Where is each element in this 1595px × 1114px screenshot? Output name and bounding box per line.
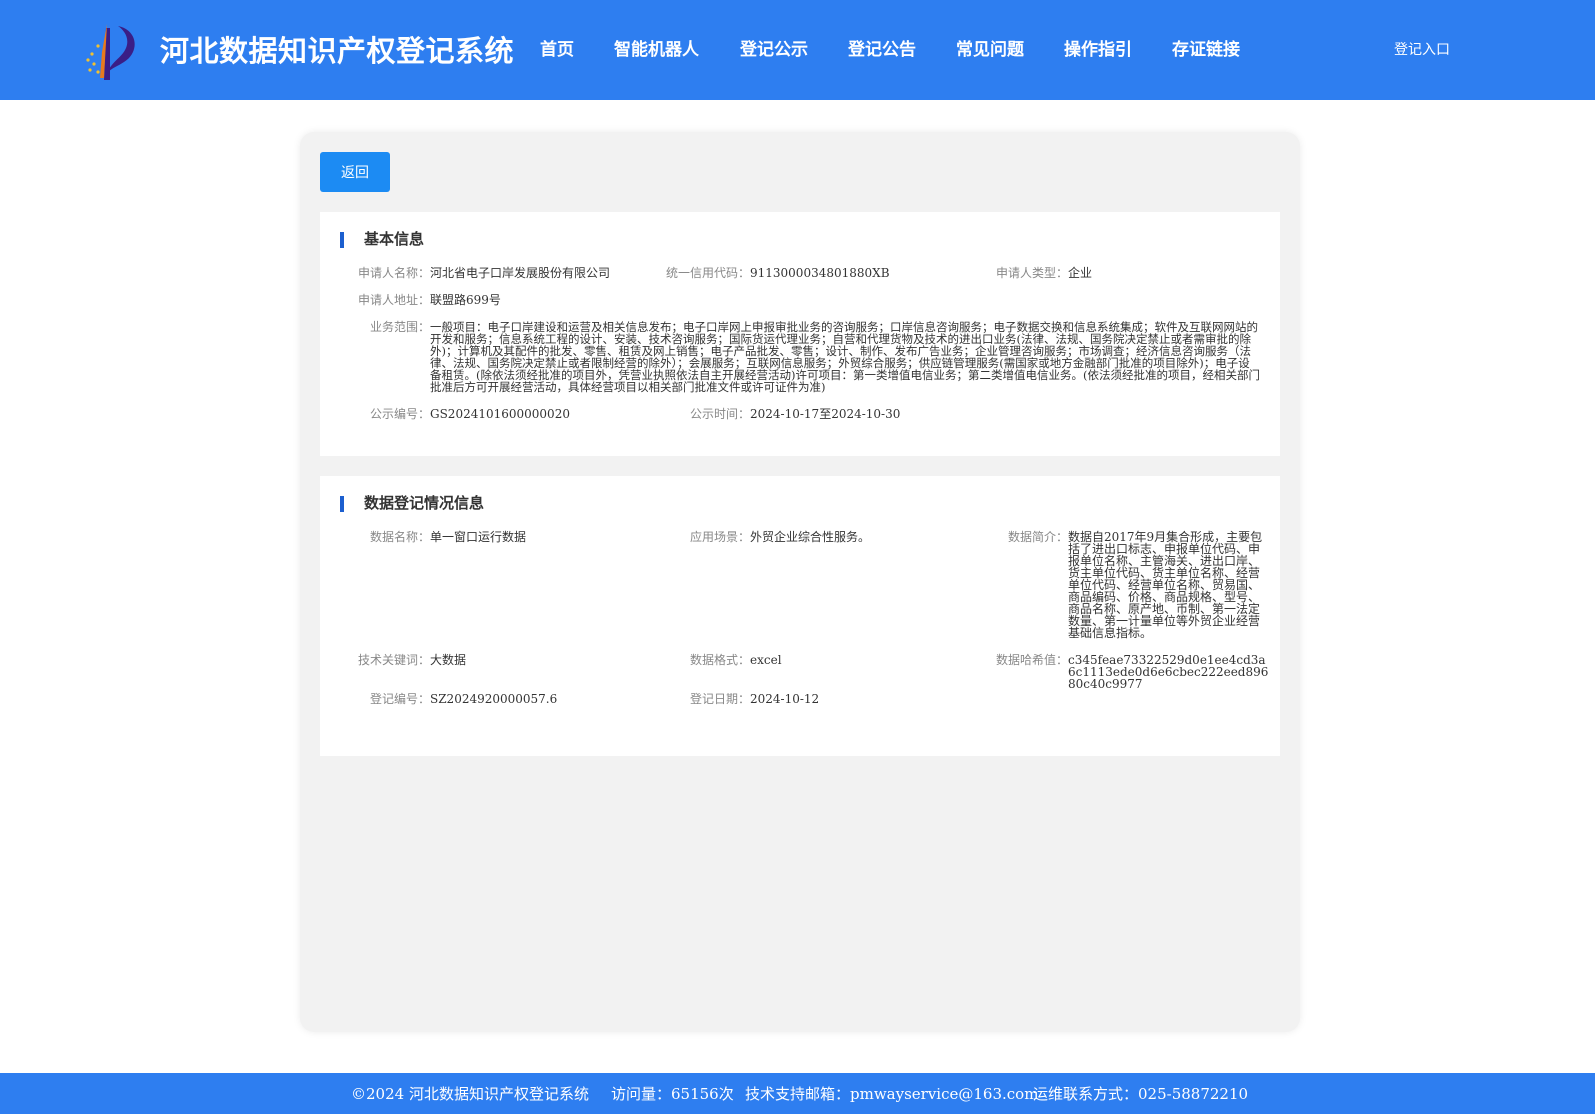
scenario-label: 应用场景： (689, 530, 750, 544)
site-title: 河北数据知识产权登记系统 (160, 34, 515, 68)
nav-faq[interactable]: 常见问题 (956, 35, 1024, 60)
address-value: 联盟路699号 (430, 293, 501, 307)
registration-number-value: SZ2024920000057.6 (430, 692, 558, 706)
publicity-number-value: GS2024101600000020 (430, 407, 570, 421)
data-name-value: 单一窗口运行数据 (430, 530, 527, 544)
applicant-name-label: 申请人名称： (357, 266, 430, 280)
login-link[interactable]: 登记入口 (1394, 39, 1450, 59)
basic-info-card: 基本信息 申请人名称： 河北省电子口岸发展股份有限公司 统一信用代码： 9113… (320, 212, 1280, 456)
back-button[interactable]: 返回 (320, 152, 390, 192)
business-scope-value: 一般项目：电子口岸建设和运营及相关信息发布；电子口岸网上申报审批业务的咨询服务；… (430, 320, 1260, 394)
applicant-name-value: 河北省电子口岸发展股份有限公司 (430, 266, 611, 280)
publicity-time-label: 公示时间： (689, 407, 750, 421)
nav-evidence-link[interactable]: 存证链接 (1172, 35, 1240, 60)
registration-date-value: 2024-10-12 (750, 692, 820, 706)
credit-code-value: 9113000034801880XB (750, 266, 890, 280)
detail-panel: 返回 基本信息 申请人名称： 河北省电子口岸发展股份有限公司 统一信用代码： 9… (300, 132, 1300, 1032)
applicant-type-value: 企业 (1068, 266, 1093, 280)
data-hash-label: 数据哈希值： (995, 653, 1068, 667)
footer-support-email: 技术支持邮箱：pmwayservice@163.com (745, 1085, 1039, 1103)
data-format-label: 数据格式： (689, 653, 750, 667)
footer-visits: 访问量：65156次 (611, 1085, 734, 1103)
basic-info-title: 基本信息 (340, 230, 424, 248)
registration-date-label: 登记日期： (689, 692, 750, 706)
data-registration-title: 数据登记情况信息 (340, 494, 484, 512)
nav-guide[interactable]: 操作指引 (1064, 35, 1132, 60)
footer-copyright: ©2024 河北数据知识产权登记系统 (351, 1085, 589, 1103)
publicity-number-label: 公示编号： (369, 407, 430, 421)
nav-announcement[interactable]: 登记公告 (848, 35, 916, 60)
applicant-type-label: 申请人类型： (995, 266, 1068, 280)
data-intro-label: 数据简介： (1007, 530, 1068, 544)
credit-code-label: 统一信用代码： (665, 266, 750, 280)
data-registration-card: 数据登记情况信息 数据名称： 单一窗口运行数据 应用场景： 外贸企业综合性服务。… (320, 476, 1280, 756)
data-name-label: 数据名称： (369, 530, 430, 544)
address-label: 申请人地址： (357, 293, 430, 307)
nav-robot[interactable]: 智能机器人 (614, 35, 699, 60)
site-logo-icon[interactable] (80, 22, 140, 80)
top-header: 河北数据知识产权登记系统 首页 智能机器人 登记公示 登记公告 常见问题 操作指… (0, 0, 1595, 100)
tech-keyword-label: 技术关键词： (357, 653, 430, 667)
registration-number-label: 登记编号： (369, 692, 430, 706)
tech-keyword-value: 大数据 (430, 653, 467, 667)
data-intro-value: 数据自2017年9月集合形成，主要包括了进出口标志、申报单位代码、申报单位名称、… (1068, 530, 1263, 640)
data-hash-value: c345feae73322529d0e1ee4cd3a6c1113ede0d6e… (1068, 653, 1269, 691)
site-footer: ©2024 河北数据知识产权登记系统 访问量：65156次 技术支持邮箱：pmw… (0, 1073, 1595, 1114)
nav-publicity[interactable]: 登记公示 (740, 35, 808, 60)
data-format-value: excel (750, 653, 782, 667)
footer-ops-contact: 运维联系方式：025-58872210 (1033, 1085, 1249, 1103)
nav-home[interactable]: 首页 (540, 35, 574, 60)
scenario-value: 外贸企业综合性服务。 (750, 530, 871, 544)
business-scope-label: 业务范围： (369, 320, 430, 334)
publicity-time-value: 2024-10-17至2024-10-30 (750, 407, 901, 421)
